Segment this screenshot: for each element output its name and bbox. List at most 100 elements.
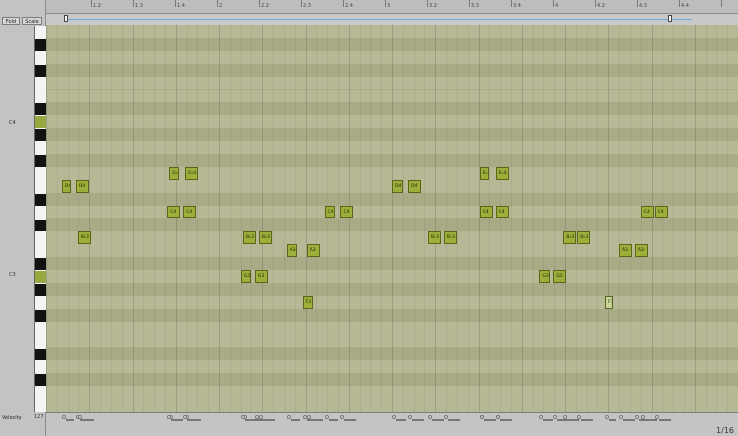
grid-line: [219, 25, 220, 412]
piano-key[interactable]: [35, 323, 46, 336]
velocity-stem: [258, 419, 271, 421]
midi-note[interactable]: C4: [340, 205, 354, 219]
grid-size-indicator[interactable]: 1/16: [716, 426, 734, 435]
note-grid[interactable]: E♭4E♭4D4D4C4C4C4C4B♭3B♭3B♭3B♭3B♭3B♭3B♭3A…: [46, 25, 738, 412]
piano-key[interactable]: [35, 297, 46, 310]
piano-key[interactable]: [35, 387, 46, 400]
midi-note[interactable]: B♭3: [427, 231, 441, 245]
midi-note[interactable]: G3: [240, 270, 252, 283]
piano-key[interactable]: [35, 219, 46, 232]
piano-key[interactable]: [35, 129, 46, 142]
piano-key[interactable]: [35, 38, 46, 51]
ruler-label: 4.2: [597, 3, 605, 9]
midi-note[interactable]: E♭4: [479, 166, 490, 180]
scale-button[interactable]: Scale: [22, 17, 42, 25]
piano-key[interactable]: [35, 400, 46, 413]
timeline-ruler[interactable]: 1.2 1.3 1.4 2 2.2 2.3 2.4 3 3.2 3.3 3.4 4 4.2 4.3 4.4: [46, 0, 738, 14]
piano-key[interactable]: [35, 361, 46, 374]
midi-note[interactable]: G3: [539, 270, 550, 283]
midi-note[interactable]: C4: [654, 205, 668, 219]
piano-key[interactable]: [35, 232, 46, 245]
piano-key[interactable]: [35, 207, 46, 220]
midi-note[interactable]: E♭4: [495, 166, 509, 180]
grid-line: [510, 25, 512, 412]
ruler-tick: [595, 0, 596, 7]
piano-key[interactable]: [35, 245, 46, 258]
midi-note[interactable]: C4: [324, 205, 335, 219]
loop-bar[interactable]: [46, 14, 738, 25]
piano-key[interactable]: [35, 309, 46, 322]
midi-note[interactable]: C4: [183, 205, 197, 219]
midi-note[interactable]: E♭4: [169, 166, 179, 180]
midi-note[interactable]: B♭3: [443, 231, 457, 245]
midi-note[interactable]: G3: [553, 270, 567, 283]
midi-note[interactable]: C4: [495, 205, 509, 219]
midi-note[interactable]: A3: [618, 244, 632, 258]
grid-line: [283, 25, 285, 412]
piano-keyboard[interactable]: [34, 26, 46, 412]
midi-note[interactable]: F3: [302, 295, 314, 309]
grid-line: [240, 25, 242, 412]
midi-note[interactable]: D4: [75, 179, 89, 193]
velocity-lane[interactable]: [46, 412, 738, 436]
midi-note[interactable]: E♭4: [185, 166, 199, 180]
midi-note[interactable]: D4: [408, 179, 422, 193]
piano-key[interactable]: [35, 52, 46, 65]
grid-line: [456, 25, 458, 412]
piano-key[interactable]: [35, 155, 46, 167]
velocity-stem: [581, 419, 594, 421]
ruler-label: 2: [219, 3, 223, 9]
midi-note[interactable]: B♭3: [242, 231, 256, 245]
midi-note[interactable]: C4: [640, 205, 654, 219]
midi-note[interactable]: C4: [167, 205, 181, 219]
midi-note[interactable]: C4: [479, 205, 493, 219]
velocity-stem: [171, 419, 184, 421]
piano-key[interactable]: [35, 181, 46, 194]
grid-line: [424, 25, 426, 412]
grid-line: [197, 25, 199, 412]
midi-note[interactable]: A3: [286, 244, 298, 258]
midi-note[interactable]: B♭3: [577, 231, 591, 245]
midi-note[interactable]: B♭3: [563, 231, 577, 245]
piano-key[interactable]: [35, 91, 46, 104]
piano-key[interactable]: [35, 78, 46, 91]
ruler-tick: [679, 0, 680, 7]
piano-key[interactable]: [35, 193, 46, 206]
midi-note[interactable]: B♭3: [77, 231, 91, 245]
piano-key[interactable]: [35, 26, 46, 39]
grid-line: [478, 25, 480, 412]
midi-note[interactable]: G3: [254, 270, 268, 283]
piano-key[interactable]: [35, 258, 46, 271]
midi-note[interactable]: B♭3: [258, 231, 272, 245]
piano-key[interactable]: [35, 271, 46, 283]
piano-key[interactable]: [35, 103, 46, 116]
piano-key[interactable]: [35, 116, 46, 129]
grid-line: [392, 25, 393, 412]
piano-key[interactable]: [35, 142, 46, 155]
piano-key[interactable]: [35, 374, 46, 387]
ruler-tick: [91, 0, 92, 7]
midi-note[interactable]: D4: [61, 179, 72, 193]
grid-line: [100, 25, 102, 412]
piano-key[interactable]: [35, 168, 46, 181]
piano-key[interactable]: [35, 284, 46, 296]
midi-note[interactable]: A3: [306, 244, 320, 258]
velocity-stem: [328, 419, 339, 421]
ruler-label: 1.4: [177, 3, 185, 9]
loop-end-handle[interactable]: [668, 15, 672, 22]
grid-line: [446, 25, 448, 412]
midi-note[interactable]: A3: [634, 244, 648, 258]
midi-note[interactable]: F3: [605, 295, 613, 309]
grid-line: [229, 25, 231, 412]
velocity-stem: [431, 419, 444, 421]
ruler-tick: [721, 0, 722, 7]
piano-key[interactable]: [35, 64, 46, 77]
fold-button[interactable]: Fold: [2, 17, 20, 25]
grid-line: [121, 25, 123, 412]
loop-start-handle[interactable]: [64, 15, 68, 22]
grid-line: [164, 25, 166, 412]
piano-key[interactable]: [35, 348, 46, 361]
grid-line: [46, 25, 47, 412]
piano-key[interactable]: [35, 336, 46, 349]
midi-note[interactable]: D4: [392, 179, 403, 193]
